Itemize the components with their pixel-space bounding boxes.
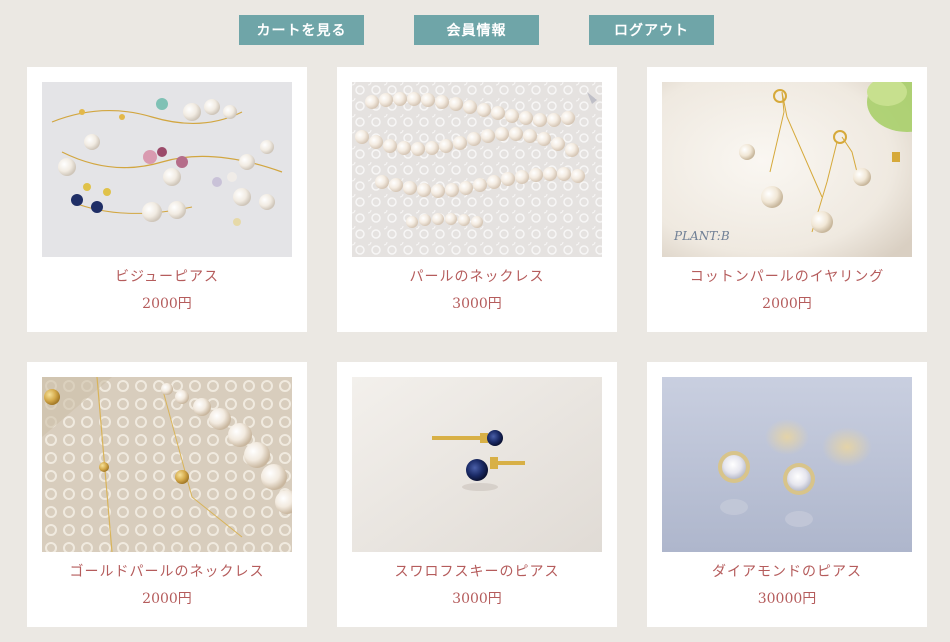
view-cart-button[interactable]: カートを見る	[239, 15, 364, 45]
product-price: 3000円	[452, 296, 502, 312]
product-name[interactable]: ビジューピアス	[27, 266, 307, 286]
product-name[interactable]: ゴールドパールのネックレス	[27, 561, 307, 581]
product-price: 2000円	[142, 591, 192, 607]
top-nav: カートを見る 会員情報 ログアウト	[0, 15, 950, 45]
product-name[interactable]: パールのネックレス	[337, 266, 617, 286]
cotton-pearl-earrings-photo[interactable]: PLANT:B	[662, 82, 912, 257]
pearl-necklace-photo[interactable]	[352, 82, 602, 257]
logout-button[interactable]: ログアウト	[589, 15, 714, 45]
diamond-earrings-photo[interactable]	[662, 377, 912, 552]
product-card[interactable]: スワロフスキーのピアス 3000円	[337, 362, 617, 627]
member-info-button[interactable]: 会員情報	[414, 15, 539, 45]
product-name[interactable]: スワロフスキーのピアス	[337, 561, 617, 581]
product-name[interactable]: コットンパールのイヤリング	[647, 266, 927, 286]
watermark-text: PLANT:B	[673, 229, 730, 243]
product-card[interactable]: ゴールドパールのネックレス 2000円	[27, 362, 307, 627]
gold-pearl-necklace-photo[interactable]	[42, 377, 292, 552]
product-name[interactable]: ダイアモンドのピアス	[647, 561, 927, 581]
product-card[interactable]: PLANT:B コットンパールのイヤリング 2000円	[647, 67, 927, 332]
product-price: 2000円	[762, 296, 812, 312]
product-price: 30000円	[757, 591, 817, 607]
product-card[interactable]: ダイアモンドのピアス 30000円	[647, 362, 927, 627]
product-price: 2000円	[142, 296, 192, 312]
product-card[interactable]: ビジューピアス 2000円	[27, 67, 307, 332]
product-card[interactable]: パールのネックレス 3000円	[337, 67, 617, 332]
product-price: 3000円	[452, 591, 502, 607]
bijou-earrings-photo[interactable]	[42, 82, 292, 257]
swarovski-earrings-photo[interactable]	[352, 377, 602, 552]
